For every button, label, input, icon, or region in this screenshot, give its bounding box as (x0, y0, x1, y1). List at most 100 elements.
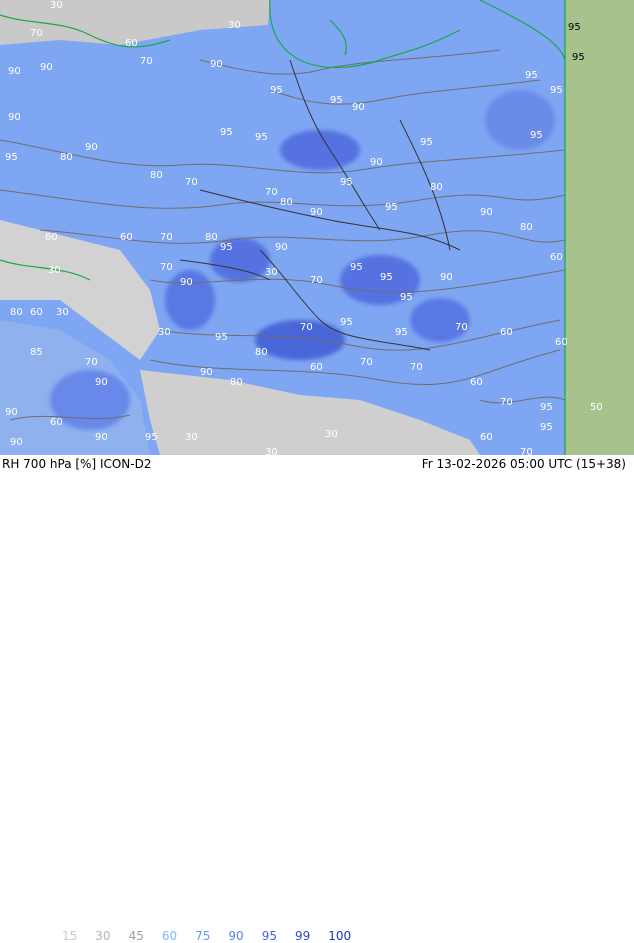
svg-text:95: 95 (540, 422, 553, 433)
svg-text:95: 95 (255, 132, 268, 143)
svg-text:60: 60 (500, 327, 513, 338)
svg-text:95: 95 (220, 242, 233, 253)
legend-level-99: 99 (294, 929, 311, 943)
svg-text:95: 95 (550, 85, 563, 96)
svg-text:30: 30 (50, 0, 63, 11)
right-land-strip (565, 0, 634, 455)
svg-text:60: 60 (125, 38, 138, 49)
svg-text:95: 95 (220, 127, 233, 138)
svg-text:90: 90 (200, 367, 213, 378)
svg-text:60: 60 (550, 252, 563, 263)
svg-text:95: 95 (380, 272, 393, 283)
map-title: RH 700 hPa [%] ICON-D2 (2, 457, 152, 471)
svg-text:90: 90 (275, 242, 288, 253)
map-canvas: 30 30 60 70 70 90 90 90 90 80 90 95 95 95 90 95 95 9… (0, 0, 634, 458)
legend-level-15: 15 (62, 929, 78, 943)
svg-text:95: 95 (270, 85, 283, 96)
svg-text:95: 95 (572, 52, 585, 63)
svg-text:90: 90 (210, 59, 223, 70)
svg-text:90: 90 (5, 407, 18, 418)
svg-text:95: 95 (525, 70, 538, 81)
svg-text:80: 80 (150, 170, 163, 181)
svg-text:90: 90 (8, 112, 21, 123)
svg-text:30: 30 (48, 265, 61, 276)
svg-text:80: 80 (280, 197, 293, 208)
svg-text:95: 95 (540, 402, 553, 413)
svg-text:60: 60 (310, 362, 323, 373)
svg-text:70: 70 (185, 177, 198, 188)
svg-text:80: 80 (60, 152, 73, 163)
svg-text:95: 95 (420, 137, 433, 148)
svg-text:90: 90 (40, 62, 53, 73)
legend-level-95: 95 (261, 929, 277, 943)
svg-text:90: 90 (310, 207, 323, 218)
svg-text:70: 70 (140, 56, 153, 67)
legend-level-60: 60 (161, 929, 178, 943)
svg-text:30: 30 (228, 20, 241, 31)
svg-text:95: 95 (145, 432, 158, 443)
svg-text:90: 90 (180, 277, 193, 288)
legend-level-75: 75 (195, 929, 211, 943)
svg-text:90: 90 (95, 377, 108, 388)
svg-text:90: 90 (95, 432, 108, 443)
svg-text:30: 30 (265, 447, 278, 455)
svg-text:80: 80 (255, 347, 268, 358)
valid-time: Fr 13-02-2026 05:00 UTC (15+38) (421, 457, 626, 471)
svg-text:95: 95 (400, 292, 413, 303)
svg-text:60: 60 (470, 377, 483, 388)
svg-text:60: 60 (50, 417, 63, 428)
legend-level-90: 90 (228, 929, 244, 943)
svg-text:95: 95 (330, 95, 343, 106)
svg-text:70: 70 (160, 232, 173, 243)
svg-text:60: 60 (555, 337, 568, 348)
svg-text:70: 70 (455, 322, 468, 333)
svg-text:30: 30 (158, 327, 171, 338)
svg-text:70: 70 (410, 362, 423, 373)
svg-text:70: 70 (265, 187, 278, 198)
svg-text:90: 90 (8, 66, 21, 77)
svg-text:90: 90 (370, 157, 383, 168)
svg-text:95: 95 (215, 332, 228, 343)
svg-text:30: 30 (185, 432, 198, 443)
svg-text:95: 95 (530, 130, 543, 141)
legend-level-100: 100 (328, 929, 352, 943)
svg-text:90: 90 (440, 272, 453, 283)
svg-text:70: 70 (520, 447, 533, 455)
svg-text:70: 70 (300, 322, 313, 333)
svg-text:60: 60 (120, 232, 133, 243)
svg-text:60: 60 (480, 432, 493, 443)
svg-text:80: 80 (10, 307, 23, 318)
color-legend: 15 30 45 60 75 90 95 99 100 (62, 929, 369, 943)
svg-text:30: 30 (265, 267, 278, 278)
svg-text:80: 80 (520, 222, 533, 233)
svg-text:80: 80 (430, 182, 443, 193)
svg-text:90: 90 (10, 437, 23, 448)
svg-text:90: 90 (352, 102, 365, 113)
svg-text:90: 90 (85, 142, 98, 153)
svg-text:50: 50 (590, 402, 603, 413)
svg-text:90: 90 (480, 207, 493, 218)
svg-text:95: 95 (385, 202, 398, 213)
svg-text:95: 95 (5, 152, 18, 163)
rh-map: 30 30 60 70 70 90 90 90 90 80 90 95 95 95 90 95 95 9… (0, 0, 634, 458)
legend-level-30: 30 (95, 929, 111, 943)
footer: RH 700 hPa [%] ICON-D2 Fr 13-02-2026 05:… (0, 455, 634, 943)
svg-text:85: 85 (30, 347, 43, 358)
svg-text:30: 30 (56, 307, 69, 318)
svg-text:95: 95 (350, 262, 363, 273)
svg-text:70: 70 (500, 397, 513, 408)
svg-text:60: 60 (30, 307, 43, 318)
svg-text:95: 95 (340, 177, 353, 188)
svg-text:70: 70 (85, 357, 98, 368)
svg-text:95: 95 (568, 22, 581, 33)
svg-text:70: 70 (360, 357, 373, 368)
svg-text:60: 60 (45, 232, 58, 243)
svg-text:70: 70 (310, 275, 323, 286)
legend-level-45: 45 (128, 929, 144, 943)
svg-text:95: 95 (395, 327, 408, 338)
svg-text:30: 30 (325, 429, 338, 440)
svg-text:95: 95 (340, 317, 353, 328)
svg-text:70: 70 (160, 262, 173, 273)
svg-text:80: 80 (230, 377, 243, 388)
svg-text:70: 70 (30, 28, 43, 39)
